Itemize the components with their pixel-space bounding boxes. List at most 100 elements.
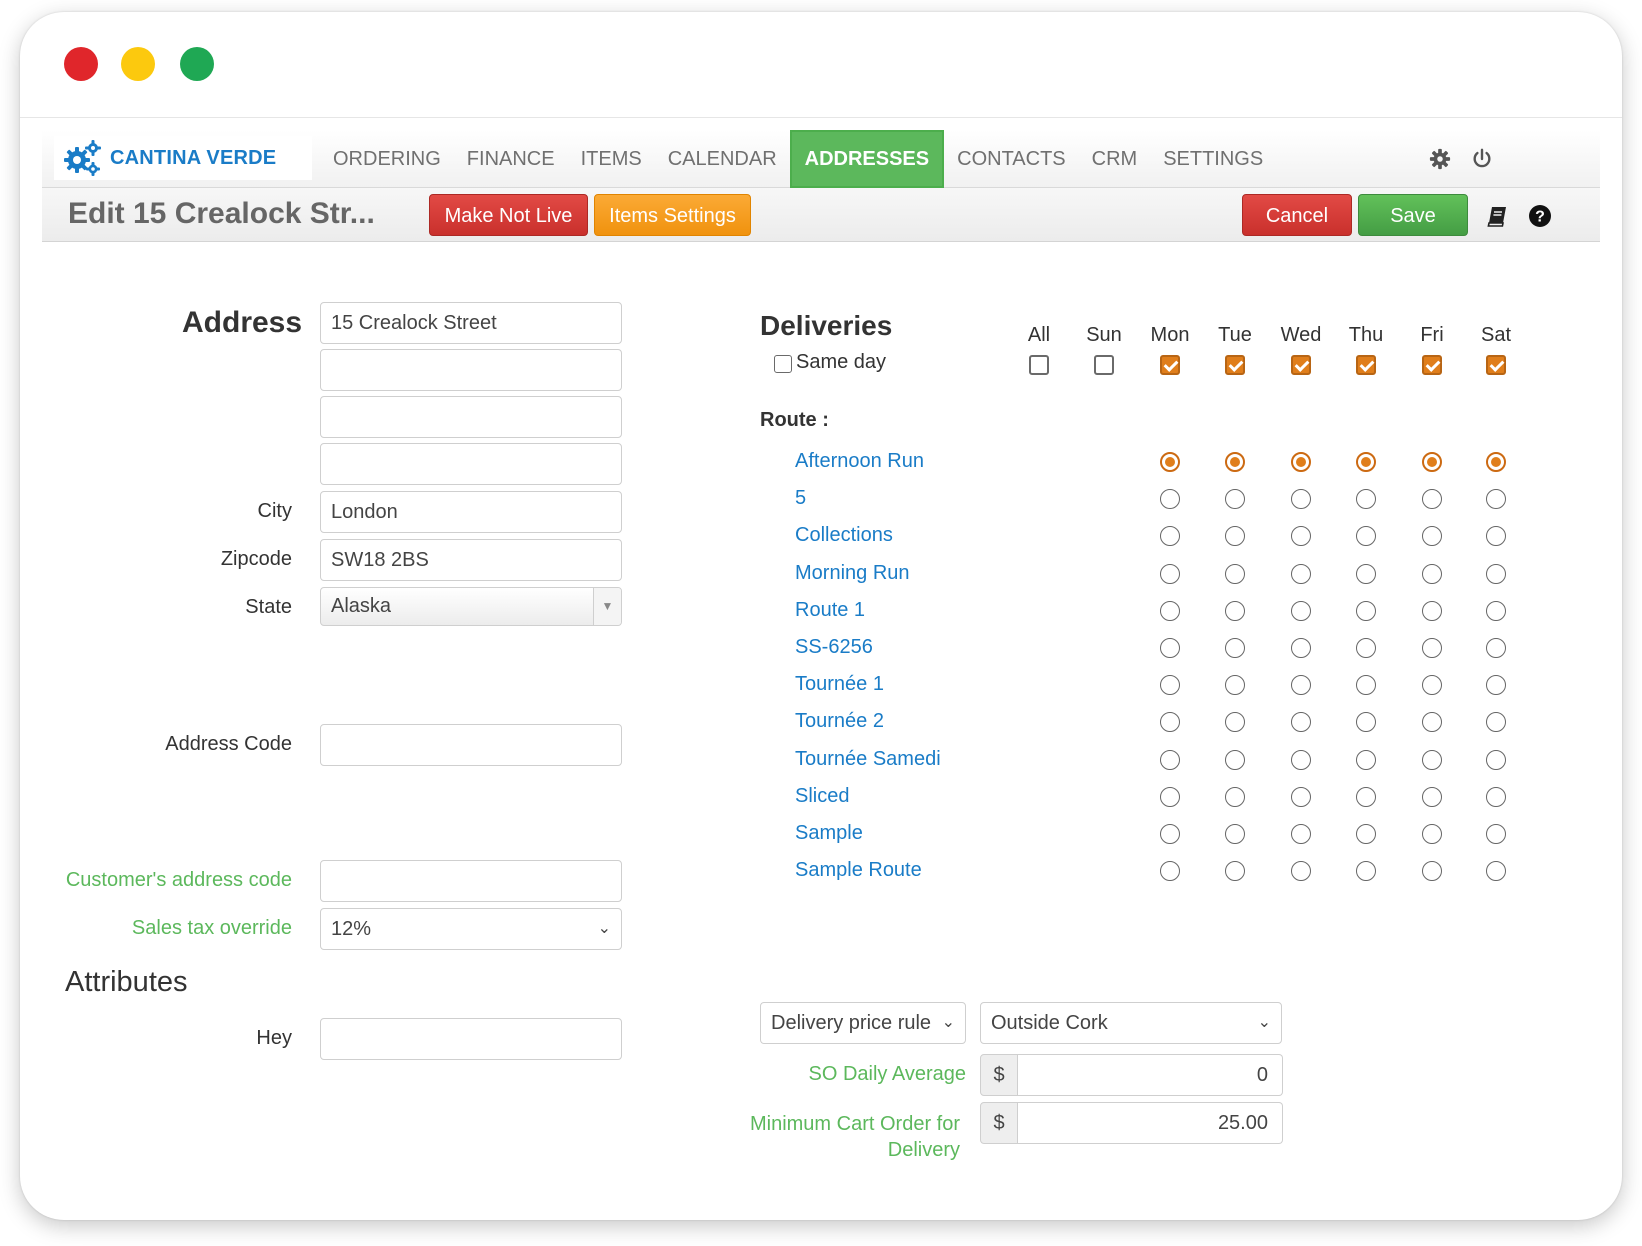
route-name-link[interactable]: Tournée Samedi <box>795 748 941 771</box>
so-daily-average-input[interactable]: 0 <box>1018 1054 1283 1096</box>
save-button[interactable]: Save <box>1358 194 1468 236</box>
route-day-radio[interactable] <box>1225 638 1245 658</box>
route-day-radio[interactable] <box>1356 824 1376 844</box>
route-day-radio[interactable] <box>1356 452 1376 472</box>
route-day-radio[interactable] <box>1356 526 1376 547</box>
route-name-link[interactable]: Tournée 1 <box>795 673 884 696</box>
route-name-link[interactable]: Afternoon Run <box>795 450 924 473</box>
day-checkbox-sat[interactable] <box>1486 355 1506 375</box>
minimum-cart-order-input[interactable]: 25.00 <box>1018 1102 1283 1144</box>
route-day-radio[interactable] <box>1225 861 1245 882</box>
route-day-radio[interactable] <box>1160 861 1180 882</box>
nav-item-ordering[interactable]: ORDERING <box>320 130 454 188</box>
route-day-radio[interactable] <box>1225 526 1245 547</box>
sales-tax-override-select[interactable]: 12% ⌄ <box>320 908 622 950</box>
address-line4-input[interactable] <box>320 443 622 485</box>
route-day-radio[interactable] <box>1160 638 1180 658</box>
nav-item-settings[interactable]: SETTINGS <box>1150 130 1276 188</box>
nav-item-calendar[interactable]: CALENDAR <box>655 130 790 188</box>
nav-item-finance[interactable]: FINANCE <box>454 130 568 188</box>
day-checkbox-all[interactable] <box>1029 355 1049 375</box>
route-day-radio[interactable] <box>1160 452 1180 472</box>
maximize-window-button[interactable] <box>180 47 214 81</box>
route-day-radio[interactable] <box>1486 786 1506 807</box>
route-day-radio[interactable] <box>1160 526 1180 547</box>
route-name-link[interactable]: Collections <box>795 524 893 547</box>
route-day-radio[interactable] <box>1160 824 1180 844</box>
customer-address-code-input[interactable] <box>320 860 622 902</box>
nav-item-addresses[interactable]: ADDRESSES <box>789 130 945 188</box>
day-checkbox-sun[interactable] <box>1094 355 1114 375</box>
route-day-radio[interactable] <box>1291 861 1311 882</box>
route-day-radio[interactable] <box>1356 786 1376 807</box>
address-line1-input[interactable]: 15 Crealock Street <box>320 302 622 344</box>
route-day-radio[interactable] <box>1160 489 1180 510</box>
route-day-radio[interactable] <box>1291 712 1311 733</box>
day-checkbox-tue[interactable] <box>1225 355 1245 375</box>
route-day-radio[interactable] <box>1291 638 1311 658</box>
route-day-radio[interactable] <box>1486 675 1506 696</box>
route-day-radio[interactable] <box>1356 638 1376 658</box>
route-day-radio[interactable] <box>1422 600 1442 621</box>
power-icon[interactable] <box>1471 148 1493 170</box>
make-not-live-button[interactable]: Make Not Live <box>429 194 588 236</box>
route-day-radio[interactable] <box>1356 489 1376 510</box>
address-code-input[interactable] <box>320 724 622 766</box>
route-day-radio[interactable] <box>1422 861 1442 882</box>
route-day-radio[interactable] <box>1356 563 1376 584</box>
help-icon[interactable]: ? <box>1528 204 1552 228</box>
route-day-radio[interactable] <box>1291 452 1311 472</box>
route-day-radio[interactable] <box>1291 675 1311 696</box>
route-day-radio[interactable] <box>1225 600 1245 621</box>
route-day-radio[interactable] <box>1225 749 1245 770</box>
route-day-radio[interactable] <box>1291 749 1311 770</box>
route-day-radio[interactable] <box>1160 786 1180 807</box>
nav-item-items[interactable]: ITEMS <box>568 130 655 188</box>
route-name-link[interactable]: Sample Route <box>795 859 922 882</box>
minimize-window-button[interactable] <box>121 47 155 81</box>
route-day-radio[interactable] <box>1291 489 1311 510</box>
route-day-radio[interactable] <box>1225 824 1245 844</box>
route-day-radio[interactable] <box>1486 749 1506 770</box>
day-checkbox-mon[interactable] <box>1160 355 1180 375</box>
route-name-link[interactable]: 5 <box>795 487 806 510</box>
state-select[interactable]: Alaska ▼ <box>320 587 622 626</box>
route-day-radio[interactable] <box>1160 749 1180 770</box>
nav-item-crm[interactable]: CRM <box>1079 130 1151 188</box>
gear-icon[interactable] <box>1429 148 1451 170</box>
route-name-link[interactable]: Tournée 2 <box>795 710 884 733</box>
route-day-radio[interactable] <box>1486 526 1506 547</box>
day-checkbox-wed[interactable] <box>1291 355 1311 375</box>
route-day-radio[interactable] <box>1486 638 1506 658</box>
route-day-radio[interactable] <box>1422 526 1442 547</box>
route-day-radio[interactable] <box>1486 563 1506 584</box>
route-day-radio[interactable] <box>1225 786 1245 807</box>
address-line3-input[interactable] <box>320 396 622 438</box>
route-day-radio[interactable] <box>1291 786 1311 807</box>
route-day-radio[interactable] <box>1225 675 1245 696</box>
hey-input[interactable] <box>320 1018 622 1060</box>
book-icon[interactable] <box>1486 204 1510 228</box>
route-day-radio[interactable] <box>1486 861 1506 882</box>
route-day-radio[interactable] <box>1291 526 1311 547</box>
close-window-button[interactable] <box>64 47 98 81</box>
route-day-radio[interactable] <box>1356 861 1376 882</box>
route-day-radio[interactable] <box>1225 452 1245 472</box>
route-day-radio[interactable] <box>1486 712 1506 733</box>
route-day-radio[interactable] <box>1422 749 1442 770</box>
dropdown-arrow-icon[interactable]: ▼ <box>593 588 621 625</box>
route-day-radio[interactable] <box>1225 489 1245 510</box>
route-day-radio[interactable] <box>1160 563 1180 584</box>
route-day-radio[interactable] <box>1422 786 1442 807</box>
route-day-radio[interactable] <box>1356 749 1376 770</box>
route-day-radio[interactable] <box>1422 675 1442 696</box>
route-day-radio[interactable] <box>1160 675 1180 696</box>
route-day-radio[interactable] <box>1291 824 1311 844</box>
route-name-link[interactable]: Sliced <box>795 785 849 808</box>
items-settings-button[interactable]: Items Settings <box>594 194 751 236</box>
route-day-radio[interactable] <box>1486 824 1506 844</box>
route-day-radio[interactable] <box>1486 452 1506 472</box>
route-day-radio[interactable] <box>1160 712 1180 733</box>
route-day-radio[interactable] <box>1422 489 1442 510</box>
route-name-link[interactable]: Route 1 <box>795 599 865 622</box>
